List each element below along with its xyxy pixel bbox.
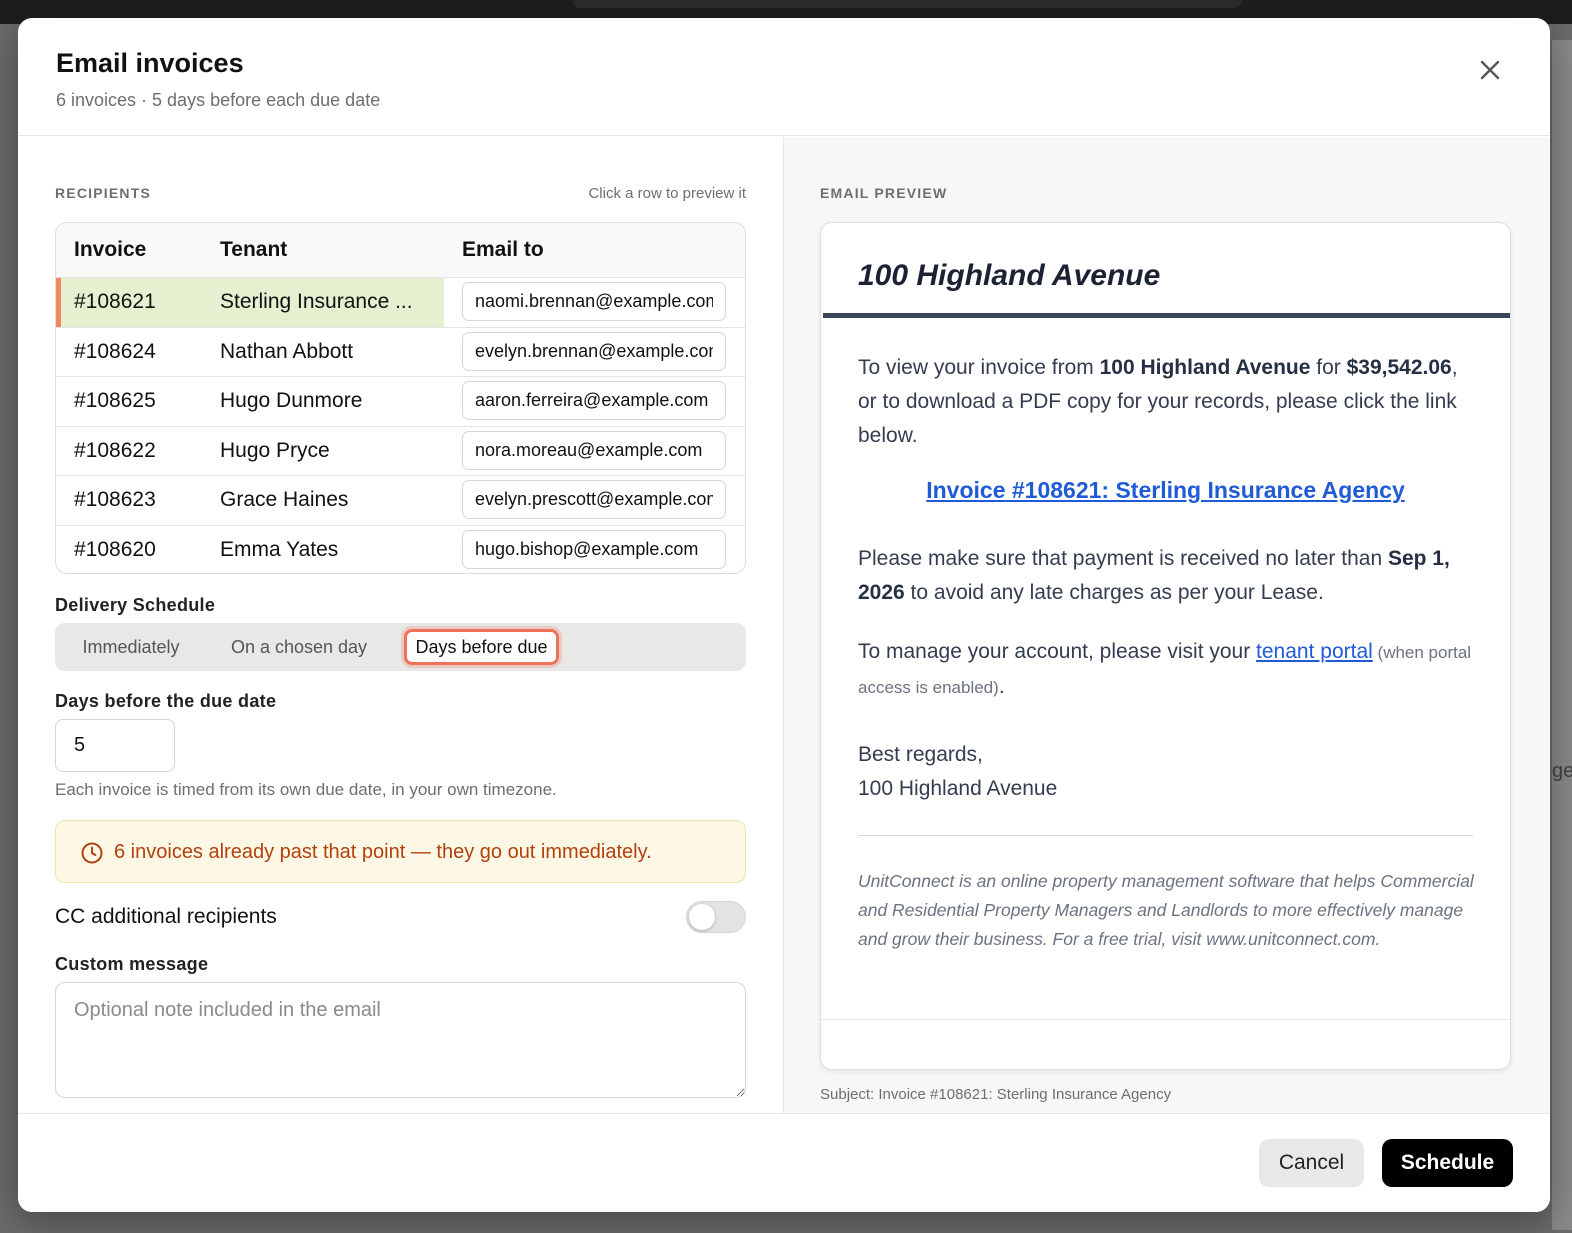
settings-pane: RECIPIENTS Click a row to preview it Inv… bbox=[18, 137, 782, 1113]
preview-paragraph-portal: To manage your account, please visit you… bbox=[858, 635, 1476, 705]
backdrop-ghost-text: ge bbox=[1552, 760, 1572, 782]
email-preview-pane: EMAIL PREVIEW 100 Highland Avenue To vie… bbox=[783, 137, 1550, 1113]
preview-divider bbox=[858, 835, 1473, 836]
toggle-knob bbox=[689, 904, 715, 930]
recipient-email-field[interactable] bbox=[462, 430, 726, 470]
column-header-invoice: Invoice bbox=[74, 238, 147, 261]
signature-text: 100 Highland Avenue bbox=[858, 777, 1058, 800]
tenant-name: Nathan Abbott bbox=[220, 339, 354, 363]
preview-heading: 100 Highland Avenue bbox=[858, 259, 1161, 292]
close-button[interactable] bbox=[1474, 54, 1506, 86]
cc-recipients-toggle[interactable] bbox=[686, 901, 746, 933]
days-before-label: Days before the due date bbox=[55, 691, 277, 711]
invoice-amount: $39,542.06 bbox=[1346, 356, 1452, 379]
invoice-link-row: Invoice #108621: Sterling Insurance Agen… bbox=[821, 477, 1510, 504]
table-row[interactable]: #108625 Hugo Dunmore bbox=[56, 377, 745, 427]
dialog-footer: Cancel Schedule bbox=[18, 1113, 1550, 1212]
tenant-name: Grace Haines bbox=[220, 488, 349, 511]
invoice-number: #108623 bbox=[74, 488, 156, 511]
payment-text: Please make sure that payment is receive… bbox=[858, 547, 1388, 570]
dialog-header: Email invoices 6 invoices · 5 days befor… bbox=[18, 18, 1550, 136]
intro-text-mid: for bbox=[1310, 356, 1347, 379]
backdrop-search-pill bbox=[572, 0, 1242, 8]
custom-message-textarea[interactable] bbox=[55, 982, 746, 1098]
dialog-subtitle: 6 invoices · 5 days before each due date bbox=[56, 90, 381, 110]
table-row[interactable]: #108620 Emma Yates bbox=[56, 525, 745, 573]
payment-text-end: to avoid any late charges as per your Le… bbox=[904, 581, 1324, 604]
invoice-number: #108620 bbox=[74, 537, 156, 561]
app-backdrop-edge: ge bbox=[1552, 40, 1572, 1230]
email-subject-line: Subject: Invoice #108621: Sterling Insur… bbox=[820, 1086, 1172, 1103]
recipient-email-field[interactable] bbox=[462, 480, 726, 519]
invoice-number: #108621 bbox=[74, 290, 156, 313]
preview-signoff: Best regards, 100 Highland Avenue bbox=[858, 738, 1476, 806]
table-row[interactable]: #108622 Hugo Pryce bbox=[56, 426, 745, 476]
preview-paragraph-payment: Please make sure that payment is receive… bbox=[858, 542, 1476, 610]
invoice-number: #108622 bbox=[74, 438, 156, 462]
property-name: 100 Highland Avenue bbox=[1099, 356, 1311, 379]
days-before-help-text: Each invoice is timed from its own due d… bbox=[55, 780, 557, 799]
recipients-table: Invoice Tenant Email to #108621 Sterling… bbox=[55, 222, 746, 574]
days-before-input[interactable] bbox=[55, 719, 175, 772]
preview-heading-rule bbox=[823, 313, 1510, 318]
tenant-name: Sterling Insurance ... bbox=[220, 290, 413, 313]
custom-message-label: Custom message bbox=[55, 954, 209, 974]
recipients-section-label: RECIPIENTS bbox=[55, 185, 152, 201]
table-row[interactable]: #108623 Grace Haines bbox=[56, 476, 745, 526]
recipient-email-field[interactable] bbox=[462, 381, 726, 420]
segment-on-chosen-day[interactable]: On a chosen day bbox=[213, 629, 385, 665]
past-due-warning: 6 invoices already past that point — the… bbox=[55, 820, 746, 883]
close-icon bbox=[1480, 60, 1500, 80]
delivery-schedule-segmented-control: Immediately On a chosen day Days before … bbox=[55, 623, 746, 671]
column-header-email: Email to bbox=[462, 238, 544, 261]
tenant-portal-link[interactable]: tenant portal bbox=[1256, 640, 1373, 663]
intro-text: To view your invoice from bbox=[858, 356, 1100, 379]
segment-immediately[interactable]: Immediately bbox=[65, 629, 197, 665]
preview-footer-text: UnitConnect is an online property manage… bbox=[858, 871, 1474, 949]
invoice-number: #108625 bbox=[74, 389, 156, 412]
segment-days-before-due[interactable]: Days before due bbox=[404, 629, 559, 665]
schedule-button[interactable]: Schedule bbox=[1382, 1139, 1513, 1187]
cc-recipients-label: CC additional recipients bbox=[55, 905, 277, 928]
portal-text: To manage your account, please visit you… bbox=[858, 640, 1257, 663]
recipients-hint: Click a row to preview it bbox=[588, 185, 746, 202]
table-row[interactable]: #108624 Nathan Abbott bbox=[56, 327, 745, 377]
clock-icon bbox=[81, 842, 103, 864]
email-preview-section-label: EMAIL PREVIEW bbox=[820, 185, 948, 201]
invoice-number: #108624 bbox=[74, 339, 156, 363]
signoff-text: Best regards, bbox=[858, 743, 983, 766]
column-header-tenant: Tenant bbox=[220, 238, 288, 261]
tenant-name: Hugo Dunmore bbox=[220, 389, 363, 412]
email-preview-card: 100 Highland Avenue To view your invoice… bbox=[820, 222, 1511, 1070]
preview-paragraph-intro: To view your invoice from 100 Highland A… bbox=[858, 351, 1476, 453]
recipient-email-field[interactable] bbox=[462, 529, 726, 569]
delivery-schedule-label: Delivery Schedule bbox=[55, 595, 216, 615]
recipient-email-field[interactable] bbox=[462, 331, 726, 371]
tenant-name: Emma Yates bbox=[220, 537, 339, 561]
invoice-link[interactable]: Invoice #108621: Sterling Insurance Agen… bbox=[926, 477, 1405, 503]
tenant-name: Hugo Pryce bbox=[220, 438, 330, 462]
recipient-email-field[interactable] bbox=[462, 282, 726, 321]
email-invoices-dialog: Email invoices 6 invoices · 5 days befor… bbox=[18, 18, 1550, 1212]
portal-text-end: . bbox=[998, 675, 1005, 698]
warning-text: 6 invoices already past that point — the… bbox=[114, 841, 652, 863]
preview-bottom-rule bbox=[821, 1019, 1510, 1020]
table-header: Invoice Tenant Email to bbox=[56, 223, 745, 278]
dialog-title: Email invoices bbox=[56, 48, 244, 78]
cancel-button[interactable]: Cancel bbox=[1259, 1139, 1364, 1187]
table-row[interactable]: #108621 Sterling Insurance ... bbox=[56, 278, 745, 328]
